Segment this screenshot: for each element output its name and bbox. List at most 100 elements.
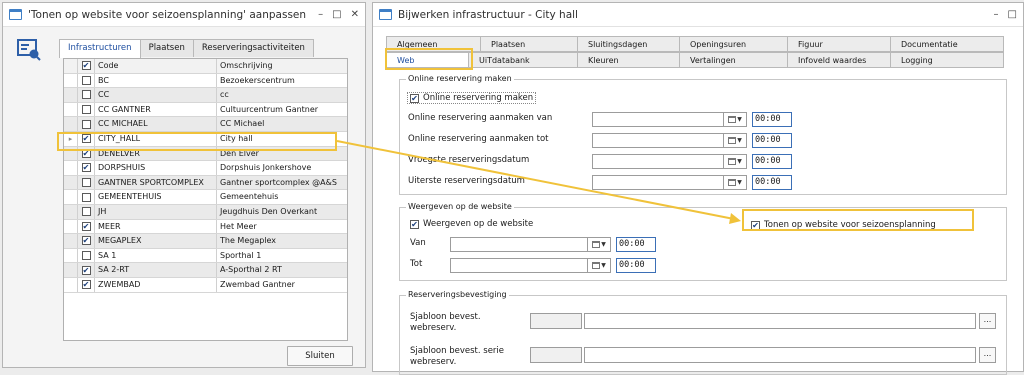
calendar-dropdown-icon[interactable]: ▼ (723, 154, 747, 169)
select-all-checkbox[interactable]: ✔ (78, 61, 94, 71)
tab-kleuren[interactable]: Kleuren (577, 52, 680, 68)
row-checkbox-cell[interactable]: ✔ (78, 163, 94, 173)
table-row[interactable]: GEMEENTEHUIS Gemeentehuis (64, 190, 347, 205)
table-row[interactable]: ✔ SA 2-RT A-Sporthal 2 RT (64, 263, 347, 278)
column-header-description[interactable]: Omschrijving (216, 59, 347, 73)
maximize-icon[interactable]: □ (332, 9, 341, 20)
van-date-input[interactable] (450, 237, 588, 252)
row-checkbox[interactable] (81, 105, 91, 115)
time-input[interactable]: 00:00 (752, 112, 792, 127)
table-row[interactable]: CC MICHAEL CC Michael (64, 117, 347, 132)
row-checkbox[interactable] (81, 251, 91, 261)
close-button[interactable]: Sluiten (287, 346, 353, 366)
row-checkbox-cell[interactable] (78, 178, 94, 188)
row-checkbox[interactable] (81, 207, 91, 217)
row-checkbox-cell[interactable] (78, 192, 94, 202)
website-display-label: Weergeven op de website (423, 219, 534, 229)
column-header-code[interactable]: Code (94, 59, 216, 73)
date-input[interactable] (592, 154, 724, 169)
time-input[interactable]: 00:00 (752, 175, 792, 190)
row-checkbox-cell[interactable] (78, 119, 94, 129)
row-checkbox-cell[interactable] (78, 75, 94, 85)
table-row[interactable]: JH Jeugdhuis Den Overkant (64, 204, 347, 220)
table-row[interactable]: BC Bezoekerscentrum (64, 73, 347, 89)
table-row[interactable]: GANTNER SPORTCOMPLEX Gantner sportcomplex… (64, 175, 347, 191)
online-reservation-checkbox[interactable]: ✔ (410, 93, 419, 103)
row-checkbox-cell[interactable] (78, 207, 94, 217)
website-display-checkbox[interactable]: ✔ (410, 219, 419, 229)
minimize-icon[interactable]: – (994, 9, 999, 20)
row-checkbox[interactable]: ✔ (81, 236, 91, 246)
row-indicator (64, 204, 78, 219)
template-code-input[interactable] (530, 313, 582, 329)
window-icon (379, 9, 392, 20)
tot-date-input[interactable] (450, 258, 588, 273)
browse-button[interactable]: ... (979, 313, 996, 329)
tab-reserveringsactiviteiten[interactable]: Reserveringsactiviteiten (192, 39, 314, 57)
table-row[interactable]: ✔ DORPSHUIS Dorpshuis Jonkershove (64, 161, 347, 176)
calendar-dropdown-icon[interactable]: ▼ (723, 112, 747, 127)
online-reservation-checkbox-row[interactable]: ✔ Online reservering maken (407, 92, 537, 104)
time-input[interactable]: 00:00 (752, 154, 792, 169)
row-checkbox[interactable]: ✔ (81, 265, 91, 275)
table-row[interactable]: SA 1 Sporthal 1 (64, 248, 347, 264)
tab-plaatsen[interactable]: Plaatsen (480, 36, 578, 52)
date-input[interactable] (592, 133, 724, 148)
tab-logging[interactable]: Logging (890, 52, 1004, 68)
row-checkbox-cell[interactable] (78, 251, 94, 261)
calendar-dropdown-icon[interactable]: ▼ (587, 237, 611, 252)
calendar-dropdown-icon[interactable]: ▼ (723, 133, 747, 148)
table-row[interactable]: ✔ MEER Het Meer (64, 219, 347, 235)
row-checkbox[interactable] (81, 90, 91, 100)
van-label: Van (410, 238, 426, 248)
row-checkbox-cell[interactable]: ✔ (78, 236, 94, 246)
row-checkbox-cell[interactable] (78, 105, 94, 115)
tab-vertalingen[interactable]: Vertalingen (679, 52, 788, 68)
close-icon[interactable]: ✕ (351, 9, 359, 20)
row-checkbox-cell[interactable]: ✔ (78, 265, 94, 275)
row-checkbox[interactable]: ✔ (81, 163, 91, 173)
table-row[interactable]: ✔ MEGAPLEX The Megaplex (64, 234, 347, 249)
website-display-checkbox-row[interactable]: ✔ Weergeven op de website (410, 219, 533, 229)
row-checkbox[interactable] (81, 178, 91, 188)
table-row[interactable]: CC cc (64, 88, 347, 103)
row-checkbox[interactable] (81, 75, 91, 85)
tab-uitdatabank[interactable]: UiTdatabank (468, 52, 578, 68)
time-input[interactable]: 00:00 (752, 133, 792, 148)
van-time-input[interactable]: 00:00 (616, 237, 656, 252)
tab-infoveld-waardes[interactable]: Infoveld waardes (787, 52, 891, 68)
row-checkbox[interactable]: ✔ (81, 280, 91, 290)
row-checkbox-cell[interactable]: ✔ (78, 221, 94, 231)
calendar-dropdown-icon[interactable]: ▼ (723, 175, 747, 190)
template-input[interactable] (584, 313, 976, 329)
row-checkbox-cell[interactable] (78, 90, 94, 100)
tab-plaatsen[interactable]: Plaatsen (139, 39, 194, 57)
serie-template-input[interactable] (584, 347, 976, 363)
tab-openingsuren[interactable]: Openingsuren (679, 36, 788, 52)
maximize-icon[interactable]: □ (1008, 9, 1017, 20)
table-row[interactable]: ✔ ZWEMBAD Zwembad Gantner (64, 277, 347, 293)
tab-sluitingsdagen[interactable]: Sluitingsdagen (577, 36, 680, 52)
table-row[interactable]: CC GANTNER Cultuurcentrum Gantner (64, 102, 347, 118)
date-input[interactable] (592, 175, 724, 190)
browse-button[interactable]: ... (979, 347, 996, 363)
tab-documentatie[interactable]: Documentatie (890, 36, 1004, 52)
minimize-icon[interactable]: – (318, 9, 323, 20)
tab-infrastructuren[interactable]: Infrastructuren (59, 39, 141, 58)
description-cell: Sporthal 1 (216, 248, 347, 263)
tot-time-input[interactable]: 00:00 (616, 258, 656, 273)
left-window-title: 'Tonen op website voor seizoensplanning'… (28, 8, 307, 21)
field-label: Uiterste reserveringsdatum (408, 176, 525, 186)
row-checkbox[interactable] (81, 192, 91, 202)
checkbox[interactable]: ✔ (81, 61, 91, 71)
left-tabs: Infrastructuren Plaatsen Reserveringsact… (59, 39, 314, 58)
code-cell: SA 2-RT (94, 263, 216, 277)
row-checkbox[interactable] (81, 119, 91, 129)
date-input[interactable] (592, 112, 724, 127)
description-cell: Het Meer (216, 219, 347, 234)
row-checkbox[interactable]: ✔ (81, 221, 91, 231)
tab-figuur[interactable]: Figuur (787, 36, 891, 52)
serie-template-code-input[interactable] (530, 347, 582, 363)
row-checkbox-cell[interactable]: ✔ (78, 280, 94, 290)
calendar-dropdown-icon[interactable]: ▼ (587, 258, 611, 273)
